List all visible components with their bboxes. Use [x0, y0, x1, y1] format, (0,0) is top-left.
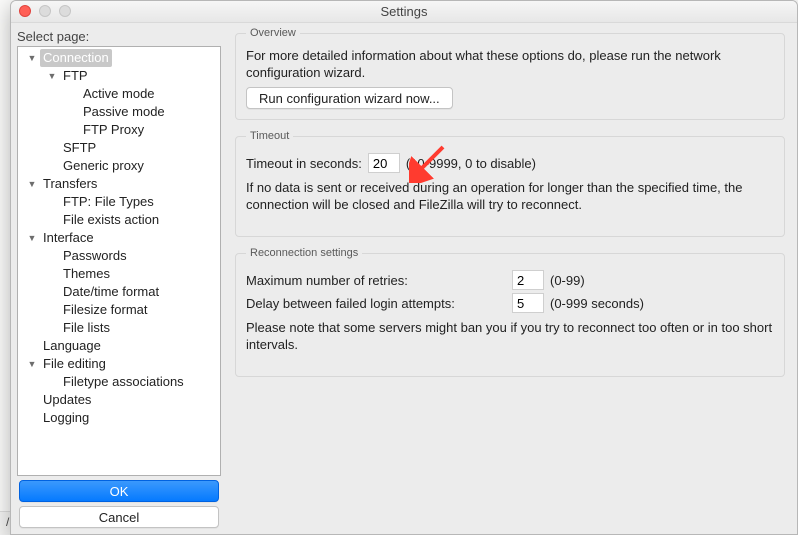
tree-item-label: Updates: [40, 391, 94, 409]
tree-item[interactable]: ▼Transfers: [18, 175, 220, 193]
tree-item-label: File lists: [60, 319, 113, 337]
tree-item-label: FTP Proxy: [80, 121, 147, 139]
timeout-label: Timeout in seconds:: [246, 156, 362, 171]
tree-item-label: Language: [40, 337, 104, 355]
window-controls: [19, 5, 71, 17]
tree-item[interactable]: FTP: File Types: [18, 193, 220, 211]
group-timeout-legend: Timeout: [246, 130, 293, 142]
tree-item[interactable]: ▼Interface: [18, 229, 220, 247]
settings-content: Overview For more detailed information a…: [227, 23, 797, 534]
tree-item[interactable]: Active mode: [18, 85, 220, 103]
tree-item[interactable]: Generic proxy: [18, 157, 220, 175]
tree-item[interactable]: Filetype associations: [18, 373, 220, 391]
timeout-input[interactable]: [368, 153, 400, 173]
tree-item[interactable]: ▼File editing: [18, 355, 220, 373]
group-timeout: Timeout Timeout in seconds: (10-9999, 0 …: [235, 130, 785, 237]
timeout-hint: (10-9999, 0 to disable): [406, 156, 536, 171]
retries-label: Maximum number of retries:: [246, 273, 506, 288]
tree-item-label: File editing: [40, 355, 109, 373]
group-overview-legend: Overview: [246, 27, 300, 39]
tree-item[interactable]: SFTP: [18, 139, 220, 157]
retries-input[interactable]: [512, 270, 544, 290]
close-icon[interactable]: [19, 5, 31, 17]
ok-button[interactable]: OK: [19, 480, 219, 502]
tree-item-label: Filesize format: [60, 301, 151, 319]
tree-item-label: Active mode: [80, 85, 158, 103]
run-config-wizard-button[interactable]: Run configuration wizard now...: [246, 87, 453, 109]
tree-item[interactable]: Passwords: [18, 247, 220, 265]
sidebar: Select page: ▼Connection▼FTPActive modeP…: [11, 23, 227, 534]
group-reconnect-legend: Reconnection settings: [246, 247, 362, 259]
tree-item[interactable]: Filesize format: [18, 301, 220, 319]
retries-hint: (0-99): [550, 273, 585, 288]
overview-desc: For more detailed information about what…: [246, 47, 774, 81]
group-reconnect: Reconnection settings Maximum number of …: [235, 247, 785, 377]
tree-item[interactable]: ▼FTP: [18, 67, 220, 85]
delay-hint: (0-999 seconds): [550, 296, 644, 311]
delay-input[interactable]: [512, 293, 544, 313]
tree-item[interactable]: Logging: [18, 409, 220, 427]
tree-item-label: Date/time format: [60, 283, 162, 301]
tree-item-label: Connection: [40, 49, 112, 67]
sidebar-heading: Select page:: [17, 27, 221, 46]
disclosure-triangle-icon[interactable]: ▼: [26, 49, 38, 67]
disclosure-triangle-icon[interactable]: ▼: [46, 67, 58, 85]
zoom-icon: [59, 5, 71, 17]
delay-label: Delay between failed login attempts:: [246, 296, 506, 311]
tree-item-label: File exists action: [60, 211, 162, 229]
tree-item-label: SFTP: [60, 139, 99, 157]
tree-item-label: Logging: [40, 409, 92, 427]
tree-item-label: Interface: [40, 229, 97, 247]
timeout-desc: If no data is sent or received during an…: [246, 179, 774, 213]
tree-item[interactable]: File lists: [18, 319, 220, 337]
tree-item-label: FTP: File Types: [60, 193, 157, 211]
tree-item-label: Transfers: [40, 175, 100, 193]
disclosure-triangle-icon[interactable]: ▼: [26, 175, 38, 193]
tree-item-label: Passive mode: [80, 103, 168, 121]
tree-item[interactable]: Themes: [18, 265, 220, 283]
tree-item-label: Passwords: [60, 247, 130, 265]
tree-item[interactable]: ▼Connection: [18, 49, 220, 67]
tree-item[interactable]: Passive mode: [18, 103, 220, 121]
tree-item[interactable]: Language: [18, 337, 220, 355]
window-title: Settings: [381, 4, 428, 19]
disclosure-triangle-icon[interactable]: ▼: [26, 229, 38, 247]
cancel-button[interactable]: Cancel: [19, 506, 219, 528]
settings-dialog: Settings Select page: ▼Connection▼FTPAct…: [10, 0, 798, 535]
titlebar: Settings: [11, 1, 797, 23]
settings-tree[interactable]: ▼Connection▼FTPActive modePassive modeFT…: [18, 47, 220, 475]
tree-item-label: Generic proxy: [60, 157, 147, 175]
tree-item-label: FTP: [60, 67, 91, 85]
tree-item[interactable]: File exists action: [18, 211, 220, 229]
tree-item[interactable]: Date/time format: [18, 283, 220, 301]
minimize-icon: [39, 5, 51, 17]
disclosure-triangle-icon[interactable]: ▼: [26, 355, 38, 373]
tree-item-label: Themes: [60, 265, 113, 283]
tree-item[interactable]: Updates: [18, 391, 220, 409]
tree-item[interactable]: FTP Proxy: [18, 121, 220, 139]
tree-item-label: Filetype associations: [60, 373, 187, 391]
reconnect-note: Please note that some servers might ban …: [246, 319, 774, 353]
group-overview: Overview For more detailed information a…: [235, 27, 785, 120]
